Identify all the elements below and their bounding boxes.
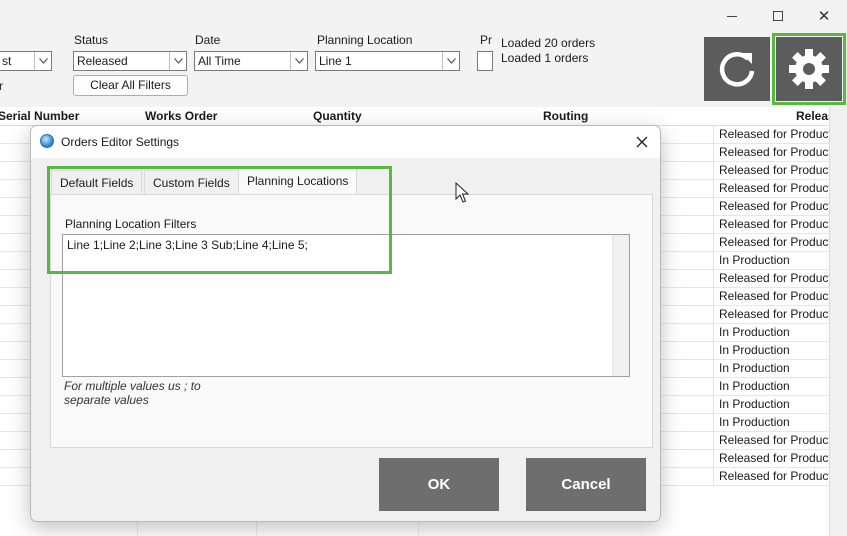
release-status-cell: Released for Production [713, 162, 829, 180]
planning-location-label: Planning Location [317, 33, 413, 47]
release-status-cell: In Production [713, 396, 829, 414]
planning-location-value: Line 1 [319, 54, 352, 68]
release-status-cell: Released for Production [713, 288, 829, 306]
release-status-cell: In Production [713, 360, 829, 378]
header-serial-number[interactable]: Serial Number [0, 109, 79, 123]
planning-location-combo[interactable]: Line 1 [315, 51, 460, 71]
release-status-cell: Released for Production [713, 450, 829, 468]
window-controls: ✕ [709, 0, 847, 32]
maximize-button[interactable] [755, 0, 801, 32]
header-quantity[interactable]: Quantity [313, 109, 362, 123]
loaded-orders-text: Loaded 20 orders [501, 36, 596, 50]
date-value: All Time [198, 54, 241, 68]
loaded-orders-text-2: Loaded 1 orders [501, 51, 589, 65]
date-label: Date [195, 33, 221, 47]
tab-default-fields[interactable]: Default Fields [51, 170, 143, 195]
close-window-button[interactable]: ✕ [801, 0, 847, 32]
grid-header: Serial Number Works Order Quantity Routi… [0, 107, 835, 126]
close-icon: ✕ [817, 8, 831, 25]
cancel-button[interactable]: Cancel [526, 458, 646, 511]
header-works-order[interactable]: Works Order [145, 109, 217, 123]
release-status-cell: Released for Production [713, 198, 829, 216]
header-routing[interactable]: Routing [543, 109, 588, 123]
status-combo[interactable]: Released [73, 51, 187, 71]
release-status-cell: Released for Production [713, 216, 829, 234]
refresh-button[interactable] [704, 37, 770, 101]
release-status-cell: In Production [713, 414, 829, 432]
multiple-values-hint: For multiple values us ; to separate val… [64, 379, 201, 407]
close-icon [636, 136, 648, 148]
release-status-cell: Released for Production [713, 306, 829, 324]
partial-filter-label: Pr [480, 33, 492, 47]
partial-filter-input[interactable] [477, 51, 493, 71]
planning-location-filters-input[interactable]: Line 1;Line 2;Line 3;Line 3 Sub;Line 4;L… [62, 234, 630, 377]
release-status-cell: Released for Production [713, 468, 829, 486]
hint-line-2: separate values [64, 393, 149, 407]
release-status-cell: Released for Production [713, 234, 829, 252]
chevron-down-icon [290, 52, 307, 70]
tab-custom-fields[interactable]: Custom Fields [144, 170, 239, 195]
date-combo[interactable]: All Time [194, 51, 308, 71]
release-status-cell: Released for Production [713, 126, 829, 144]
release-status-cell: In Production [713, 252, 829, 270]
maximize-icon [773, 11, 783, 21]
planning-location-filters-value: Line 1;Line 2;Line 3;Line 3 Sub;Line 4;L… [67, 238, 308, 252]
dialog-title: Orders Editor Settings [61, 135, 180, 149]
dialog-close-button[interactable] [630, 130, 654, 154]
first-filter-value: st [2, 54, 12, 68]
release-status-cell: In Production [713, 324, 829, 342]
gear-icon [789, 49, 829, 89]
release-status-cell: Released for Production [713, 270, 829, 288]
chevron-down-icon [34, 52, 51, 70]
release-status-cell: Released for Production [713, 144, 829, 162]
status-value: Released [77, 54, 128, 68]
chevron-down-icon [442, 52, 459, 70]
minimize-button[interactable] [709, 0, 755, 32]
release-status-cell: Released for Production [713, 432, 829, 450]
chevron-down-icon [169, 52, 186, 70]
planning-location-filters-label: Planning Location Filters [65, 217, 197, 231]
release-status-cell: In Production [713, 342, 829, 360]
release-status-cell: In Production [713, 378, 829, 396]
vertical-scrollbar[interactable] [829, 107, 847, 536]
mouse-cursor-icon [455, 182, 469, 203]
first-filter-combo[interactable]: st [0, 51, 52, 71]
app-globe-icon [40, 134, 54, 148]
status-label: Status [74, 33, 109, 47]
hint-line-1: For multiple values us ; to [64, 379, 201, 393]
minimize-icon [727, 15, 737, 17]
left-partial-label: r [0, 79, 3, 93]
orders-editor-settings-dialog: Orders Editor Settings Default Fields Cu… [30, 125, 661, 522]
release-status-cell: Released for Production [713, 180, 829, 198]
ok-button[interactable]: OK [379, 458, 499, 511]
refresh-icon [719, 52, 755, 87]
tab-planning-locations[interactable]: Planning Locations [238, 168, 358, 196]
settings-button[interactable] [776, 37, 842, 101]
textarea-scrollbar[interactable] [612, 235, 629, 376]
clear-all-filters-button[interactable]: Clear All Filters [73, 75, 188, 96]
dialog-title-bar: Orders Editor Settings [31, 126, 660, 158]
